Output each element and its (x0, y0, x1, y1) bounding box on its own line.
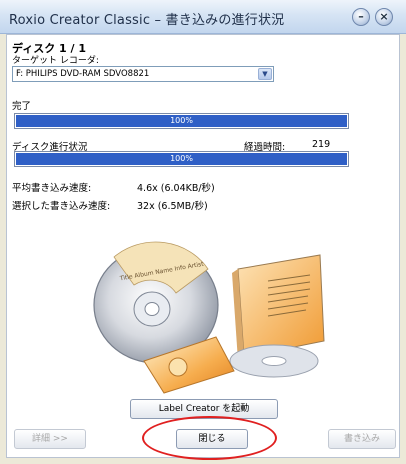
minimize-button[interactable]: – (352, 8, 370, 26)
avg-speed-label: 平均書き込み速度: (12, 183, 92, 194)
selected-speed-value: 32x (6.5MB/秒) (137, 201, 208, 212)
chevron-down-icon[interactable]: ▼ (258, 68, 272, 80)
disc-and-case-illustration: Title Album Name Info Artist (93, 241, 325, 394)
elapsed-time-value: 219 (312, 139, 331, 150)
close-window-button[interactable]: × (375, 8, 393, 26)
highlight-circle (142, 416, 277, 460)
write-button[interactable]: 書き込み (328, 429, 396, 449)
avg-speed-value: 4.6x (6.04KB/秒) (137, 183, 215, 194)
disc-progress-bar: 100% (14, 151, 349, 167)
complete-label: 完了 (12, 101, 32, 112)
target-recorder-label: ターゲット レコーダ: (12, 56, 99, 66)
complete-progress-text: 100% (170, 116, 193, 125)
window-title: Roxio Creator Classic – 書き込みの進行状況 (9, 13, 285, 28)
disc-progress-text: 100% (170, 154, 193, 163)
selected-speed-label: 選択した書き込み速度: (12, 201, 111, 212)
target-recorder-value: F: PHILIPS DVD-RAM SDVO8821 (16, 69, 150, 79)
title-bar: Roxio Creator Classic – 書き込みの進行状況 – × (0, 0, 406, 34)
target-recorder-dropdown[interactable]: F: PHILIPS DVD-RAM SDVO8821 ▼ (12, 66, 274, 82)
complete-progress-bar: 100% (14, 113, 349, 129)
details-button[interactable]: 詳細 >> (14, 429, 86, 449)
